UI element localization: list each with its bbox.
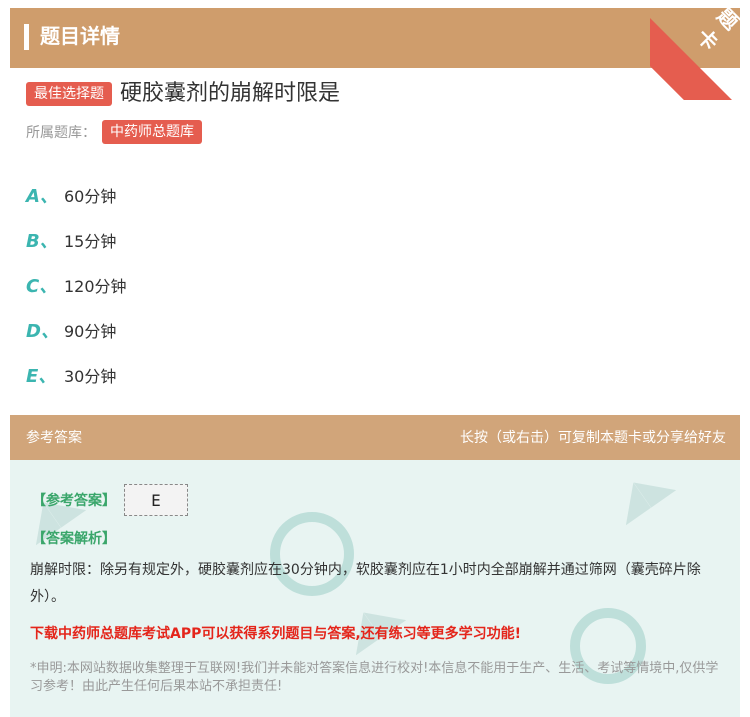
option-b[interactable]: B、 15分钟 [26, 217, 127, 262]
answer-panel: ◢◣ ◢◣ ◢◣ 【参考答案】 E 【答案解析】 崩解时限：除另有规定外，硬胶囊… [10, 460, 740, 717]
disclaimer-text: *申明:本网站数据收集整理于互联网!我们并未能对答案信息进行校对!本信息不能用于… [30, 661, 719, 694]
answer-row: 【参考答案】 E [32, 484, 188, 516]
option-d[interactable]: D、 90分钟 [26, 307, 127, 352]
header-bar: 题目详情 [10, 8, 740, 68]
option-c[interactable]: C、 120分钟 [26, 262, 127, 307]
option-letter: C、 [26, 275, 58, 297]
question-card-page: 题目详情 题卡 最佳选择题 硬胶囊剂的崩解时限是 所属题库： 中药师总题库 A、… [0, 0, 750, 717]
option-text: 60分钟 [64, 186, 117, 206]
options-list: A、 60分钟 B、 15分钟 C、 120分钟 D、 90分钟 E、 30分钟 [26, 172, 127, 397]
option-a[interactable]: A、 60分钟 [26, 172, 127, 217]
watermark-text-icon: ◢◣ [602, 460, 680, 530]
ribbon-label: 题卡 [691, 3, 747, 58]
question-text: 硬胶囊剂的崩解时限是 [120, 81, 341, 106]
option-text: 30分钟 [64, 366, 117, 386]
answer-label: 【参考答案】 [32, 493, 116, 509]
option-text: 120分钟 [64, 276, 127, 296]
header-accent-bar [24, 24, 29, 50]
corner-ribbon: 题卡 [650, 0, 750, 100]
question-bank-link[interactable]: 中药师总题库 [102, 120, 202, 144]
question-bank-label: 所属题库： [26, 125, 96, 141]
option-text: 90分钟 [64, 321, 117, 341]
option-letter: A、 [26, 185, 58, 207]
download-app-link[interactable]: 下载中药师总题库考试APP可以获得系列题目与答案,还有练习等更多学习功能! [30, 623, 730, 643]
option-text: 15分钟 [64, 231, 117, 251]
question-type-badge: 最佳选择题 [26, 82, 112, 106]
option-letter: B、 [26, 230, 58, 252]
answer-image: E [124, 484, 188, 516]
option-e[interactable]: E、 30分钟 [26, 352, 127, 397]
answer-section-header: 参考答案 长按（或右击）可复制本题卡或分享给好友 [10, 415, 740, 460]
share-hint: 长按（或右击）可复制本题卡或分享给好友 [460, 430, 726, 446]
answer-section-title: 参考答案 [26, 430, 82, 446]
option-letter: E、 [26, 365, 57, 387]
question-row: 最佳选择题 硬胶囊剂的崩解时限是 [26, 80, 340, 108]
analysis-label: 【答案解析】 [32, 531, 116, 547]
analysis-text: 崩解时限：除另有规定外，硬胶囊剂应在30分钟内，软胶囊剂应在1小时内全部崩解并通… [30, 562, 701, 605]
question-bank-row: 所属题库： 中药师总题库 [26, 120, 202, 144]
option-letter: D、 [26, 320, 59, 342]
page-title: 题目详情 [40, 24, 120, 48]
